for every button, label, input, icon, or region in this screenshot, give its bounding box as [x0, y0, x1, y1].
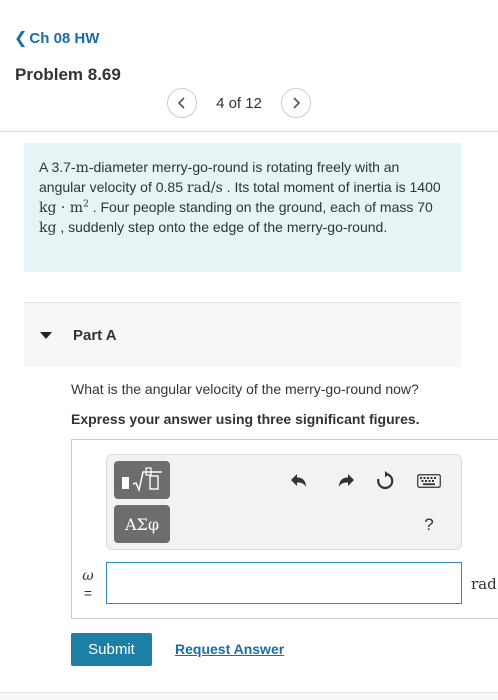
- reset-button[interactable]: [371, 467, 399, 495]
- back-link-label: Ch 08 HW: [29, 29, 100, 47]
- next-problem-button[interactable]: [281, 88, 311, 118]
- answer-unit: rad: [471, 575, 497, 593]
- redo-icon: [339, 474, 354, 487]
- problem-statement: A 3.7-m-diameter merry-go-round is rotat…: [24, 143, 461, 272]
- next-section-edge: [0, 692, 498, 700]
- problem-pager: 4 of 12: [167, 88, 311, 118]
- keyboard-icon: [417, 474, 441, 488]
- answer-equals: =: [83, 585, 93, 601]
- header-divider: [0, 131, 498, 132]
- request-answer-link[interactable]: Request Answer: [175, 641, 284, 657]
- templates-button[interactable]: [114, 461, 170, 499]
- collapse-triangle-icon: [40, 331, 52, 339]
- back-to-chapter-link[interactable]: ❮ Ch 08 HW: [14, 28, 99, 48]
- math-toolbar: ΑΣφ ?: [106, 454, 462, 550]
- part-instruction: Express your answer using three signific…: [71, 411, 420, 427]
- templates-icon: [122, 467, 162, 493]
- part-label: Part A: [73, 326, 117, 344]
- chevron-left-icon: [177, 97, 185, 109]
- answer-variable: ω: [82, 568, 94, 584]
- problem-title: Problem 8.69: [15, 65, 121, 84]
- submit-button[interactable]: Submit: [71, 633, 152, 666]
- redo-button[interactable]: [332, 467, 360, 495]
- pager-status: 4 of 12: [216, 94, 262, 112]
- undo-icon: [291, 474, 306, 487]
- help-button[interactable]: ?: [415, 511, 443, 539]
- undo-button[interactable]: [285, 467, 313, 495]
- chevron-right-icon: [293, 97, 301, 109]
- keyboard-button[interactable]: [415, 467, 443, 495]
- previous-problem-button[interactable]: [167, 88, 197, 118]
- greek-symbols-button[interactable]: ΑΣφ: [114, 505, 170, 543]
- chevron-left-icon: ❮: [14, 30, 28, 47]
- reset-icon: [377, 471, 394, 490]
- part-question: What is the angular velocity of the merr…: [71, 381, 419, 397]
- answer-input[interactable]: [106, 562, 462, 604]
- part-a-header[interactable]: Part A: [24, 302, 461, 367]
